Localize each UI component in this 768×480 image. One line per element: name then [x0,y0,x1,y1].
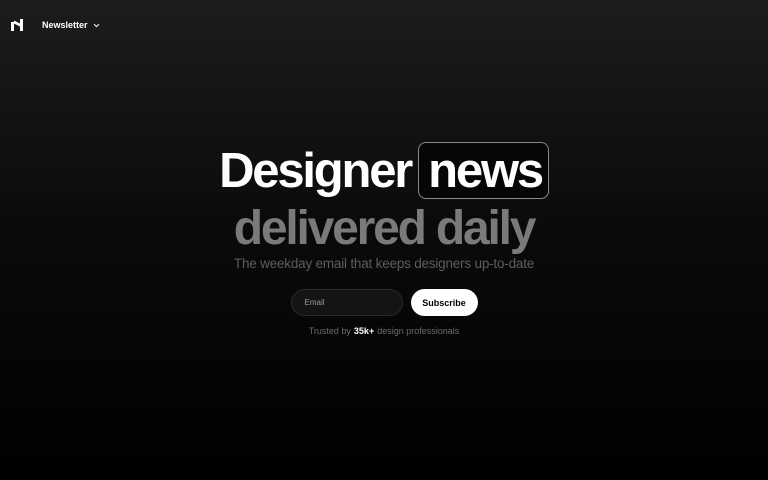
subscribe-form: Subscribe [290,289,478,316]
trust-line: Trusted by 35k+ design professionals [309,326,460,336]
email-input[interactable] [290,289,403,316]
headline-line-2: delivered daily [233,202,537,255]
subscribe-button[interactable]: Subscribe [410,289,478,316]
h-logo-icon[interactable] [11,19,23,31]
chevron-down-icon [93,23,99,27]
top-nav: Newsletter [0,0,768,50]
trust-count: 35k+ [353,326,375,336]
newsletter-menu-label: Newsletter [42,20,88,30]
trust-suffix: design professionals [377,326,460,336]
headline-highlight-pill: news [418,142,549,199]
headline-word-designer: Designer [219,143,413,198]
trust-prefix: Trusted by [308,326,351,336]
tagline: The weekday email that keeps designers u… [233,256,535,271]
headline-word-news: news [428,143,544,198]
headline-line-1: Designer news [219,142,549,199]
newsletter-menu[interactable]: Newsletter [42,20,100,30]
hero-section: Designer news delivered daily The weekda… [0,142,768,336]
